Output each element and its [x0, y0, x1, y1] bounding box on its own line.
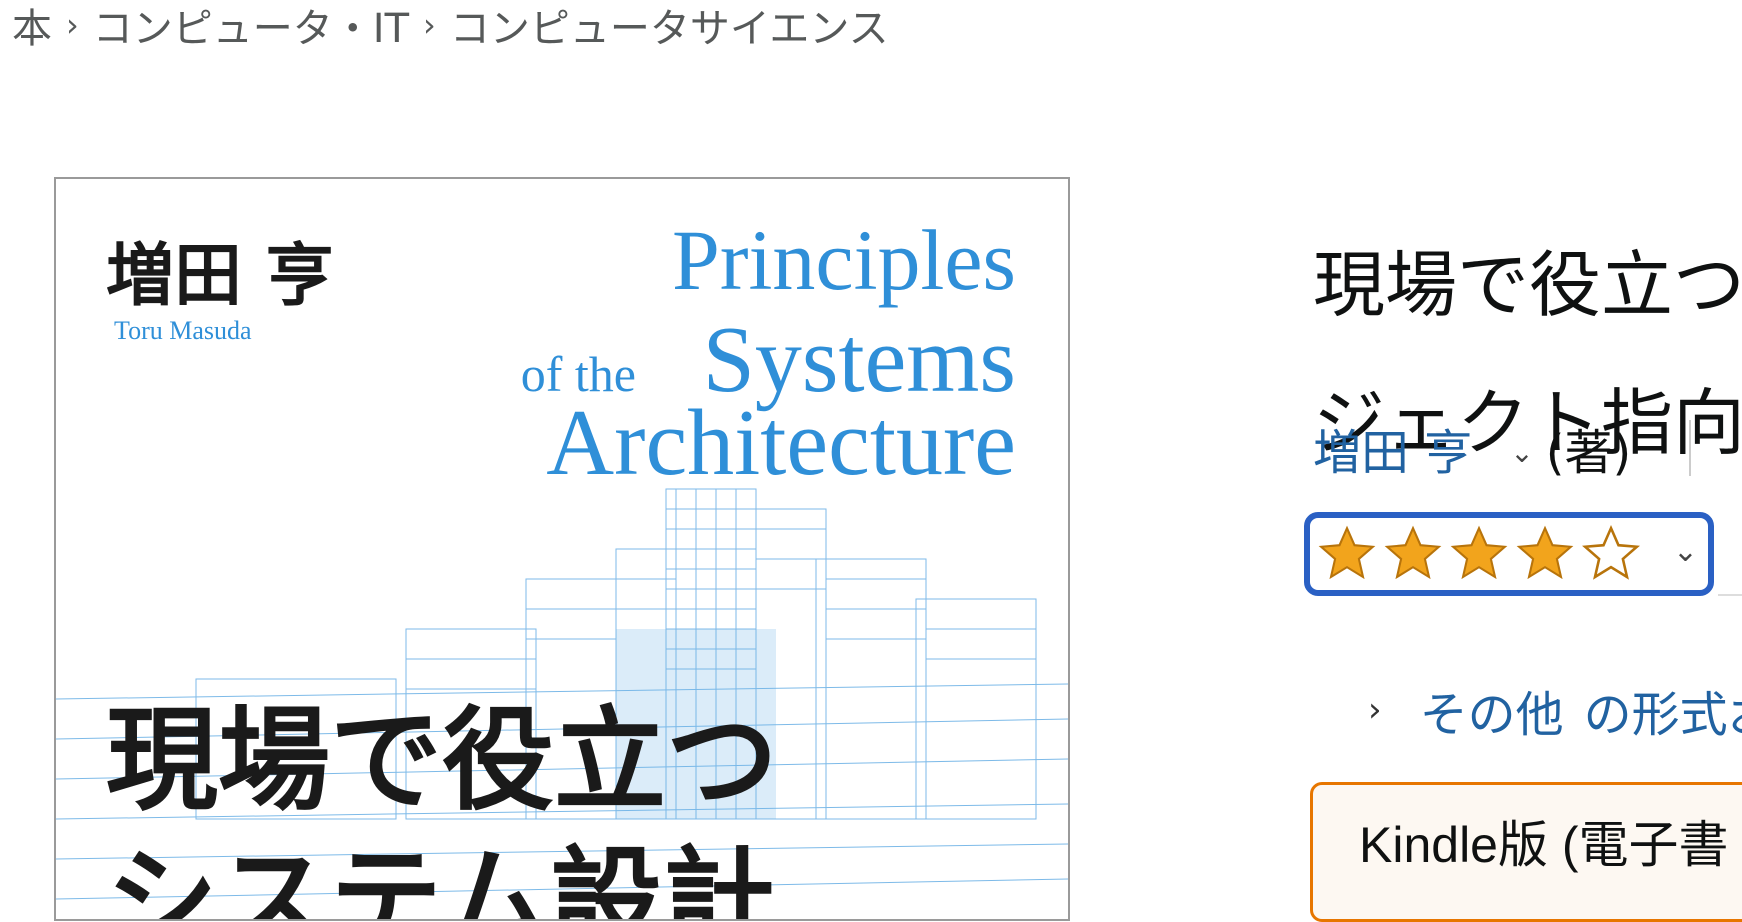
format-card-kindle[interactable]: Kindle版 (電子書 — [1310, 782, 1742, 922]
star-empty-icon — [1582, 524, 1640, 580]
other-formats-toggle[interactable]: › その他 の形式お — [1368, 680, 1742, 743]
star-filled-icon — [1318, 525, 1376, 580]
breadcrumb-item-books[interactable]: 本 — [12, 0, 52, 54]
breadcrumb-separator: › — [423, 6, 436, 44]
rating-divider-line — [1718, 594, 1742, 596]
cover-jp-title-line1: 現場で役立つ — [106, 696, 778, 826]
breadcrumb-item-computer-it[interactable]: コンピュータ・IT — [93, 0, 409, 54]
chevron-down-icon: ⌄ — [1672, 534, 1698, 569]
chevron-right-icon: › — [1368, 690, 1382, 730]
cover-author-en: Toru Masuda — [114, 316, 252, 345]
cover-en-title-principles: Principles — [672, 212, 1016, 308]
byline-divider — [1689, 420, 1692, 476]
star-filled-icon — [1450, 525, 1508, 580]
other-formats-link[interactable]: の形式お — [1584, 675, 1742, 745]
cover-en-title-architecture: Architecture — [546, 391, 1016, 495]
format-card-label: Kindle版 (電子書 — [1359, 817, 1729, 873]
author-link[interactable]: 増田 亨 — [1313, 413, 1472, 483]
breadcrumb-separator: › — [66, 6, 79, 44]
breadcrumb-item-computer-science[interactable]: コンピュータサイエンス — [450, 0, 889, 54]
byline: 増田 亨 ⌄ (著) — [1313, 418, 1692, 481]
other-formats-link-prefix[interactable]: その他 — [1420, 675, 1564, 745]
book-cover-image[interactable]: 増田 亨 Toru Masuda Principles of the Syste… — [54, 177, 1070, 921]
product-title-line1: 現場で役立つ — [1313, 243, 1742, 328]
chevron-down-icon[interactable]: ⌄ — [1510, 436, 1533, 469]
book-cover-art: 増田 亨 Toru Masuda Principles of the Syste… — [56, 212, 1068, 919]
star-filled-icon — [1516, 525, 1574, 580]
star-filled-icon — [1384, 525, 1442, 580]
cover-jp-title-line2: システム設計 — [106, 836, 775, 919]
breadcrumb: 本 › コンピュータ・IT › コンピュータサイエンス — [12, 2, 889, 52]
author-role: (著) — [1545, 425, 1632, 481]
star-rating-button[interactable]: ⌄ — [1304, 512, 1714, 596]
cover-author-jp: 増田 亨 — [106, 237, 334, 316]
